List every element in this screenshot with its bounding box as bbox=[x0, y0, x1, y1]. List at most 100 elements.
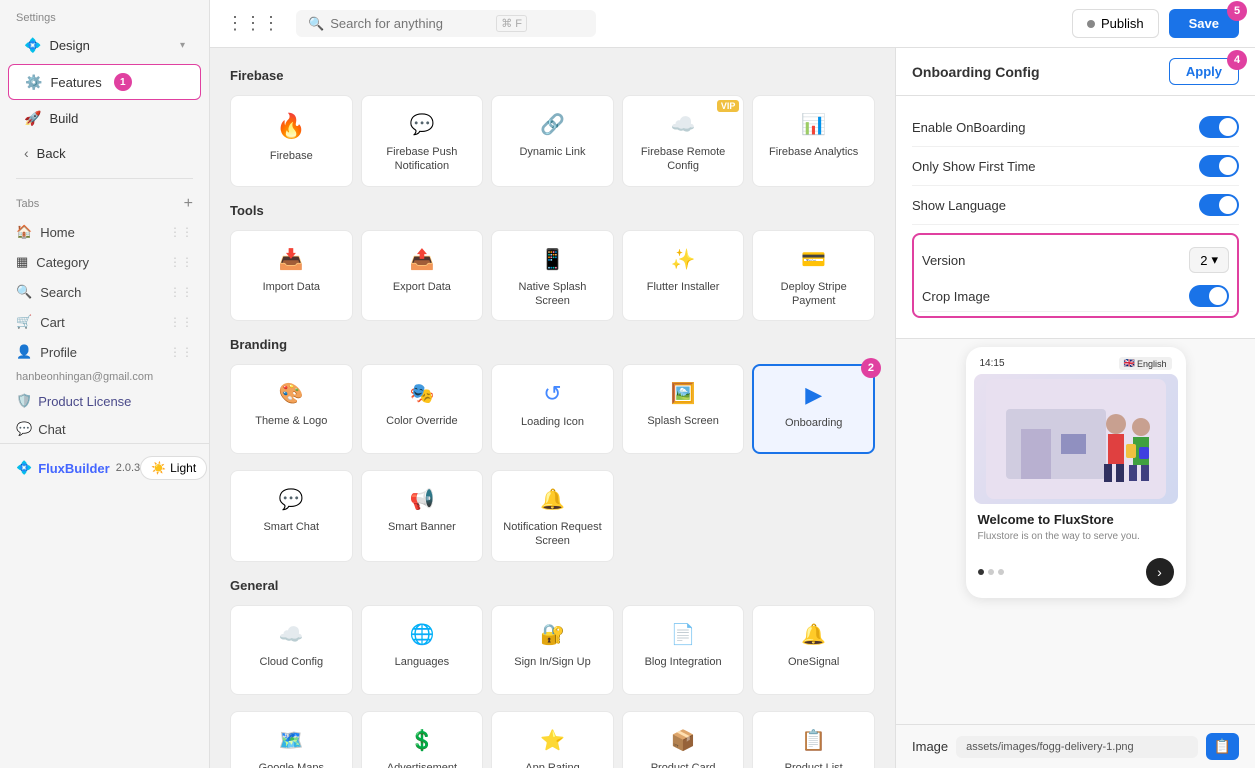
publish-button[interactable]: Publish bbox=[1072, 9, 1159, 38]
general-grid: ☁️ Cloud Config 🌐 Languages 🔐 Sign In/Si… bbox=[230, 605, 875, 695]
dot-3 bbox=[998, 569, 1004, 575]
card-firebase-analytics[interactable]: 📊 Firebase Analytics bbox=[752, 95, 875, 187]
profile-label: Profile bbox=[40, 345, 77, 360]
card-splash-screen[interactable]: 🖼️ Splash Screen bbox=[622, 364, 745, 454]
advertisement-label: Advertisement bbox=[387, 761, 457, 768]
sidebar-tab-home[interactable]: 🏠 Home ⋮⋮ bbox=[0, 217, 209, 247]
phone-preview: 14:15 🇬🇧 English bbox=[896, 339, 1255, 724]
google-maps-label: Google Maps bbox=[259, 761, 324, 768]
card-export-data[interactable]: 📤 Export Data bbox=[361, 230, 484, 322]
search-bar[interactable]: 🔍 ⌘ F bbox=[296, 10, 596, 37]
card-app-rating[interactable]: ⭐ App Rating bbox=[491, 711, 614, 768]
notification-request-icon: 🔔 bbox=[540, 487, 565, 512]
phone-illustration-area bbox=[974, 374, 1178, 504]
card-smart-chat[interactable]: 💬 Smart Chat bbox=[230, 470, 353, 562]
welcome-title: Welcome to FluxStore bbox=[978, 512, 1174, 527]
card-firebase[interactable]: 🔥 Firebase bbox=[230, 95, 353, 187]
config-section: Enable OnBoarding Only Show First Time S… bbox=[896, 96, 1255, 339]
sidebar-tab-profile[interactable]: 👤 Profile ⋮⋮ bbox=[0, 337, 209, 367]
show-language-toggle[interactable] bbox=[1199, 194, 1239, 216]
sidebar-tab-cart[interactable]: 🛒 Cart ⋮⋮ bbox=[0, 307, 209, 337]
general-section-title: General bbox=[230, 578, 875, 593]
step-5: 5 bbox=[1227, 1, 1247, 21]
enable-onboarding-toggle[interactable] bbox=[1199, 116, 1239, 138]
firebase-label: Firebase bbox=[270, 149, 313, 163]
sidebar-tab-search[interactable]: 🔍 Search ⋮⋮ bbox=[0, 277, 209, 307]
add-tab-icon[interactable]: + bbox=[184, 195, 193, 213]
chevron-down-icon: ▾ bbox=[1211, 252, 1218, 268]
image-row: Image assets/images/fogg-delivery-1.png … bbox=[896, 724, 1255, 768]
vip-badge: VIP bbox=[717, 100, 740, 112]
general-grid-2: 🗺️ Google Maps 💲 Advertisement ⭐ App Rat… bbox=[230, 711, 875, 768]
card-loading-icon[interactable]: ↺ Loading Icon bbox=[491, 364, 614, 454]
card-advertisement[interactable]: 💲 Advertisement bbox=[361, 711, 484, 768]
cart-label: Cart bbox=[40, 315, 65, 330]
version-row: Version 2 ▾ bbox=[918, 239, 1233, 281]
card-theme-logo[interactable]: 🎨 Theme & Logo bbox=[230, 364, 353, 454]
app-rating-label: App Rating bbox=[525, 761, 579, 768]
product-license[interactable]: 🛡️ Product License bbox=[0, 387, 209, 415]
card-product-card[interactable]: 📦 Product Card bbox=[622, 711, 745, 768]
crop-image-toggle[interactable] bbox=[1189, 285, 1229, 307]
image-copy-button[interactable]: 📋 bbox=[1206, 733, 1239, 760]
version-select[interactable]: 2 ▾ bbox=[1189, 247, 1229, 273]
topbar: ⋮⋮⋮ 🔍 ⌘ F Publish Save 5 bbox=[210, 0, 1255, 48]
card-onesignal[interactable]: 🔔 OneSignal bbox=[752, 605, 875, 695]
card-blog-integration[interactable]: 📄 Blog Integration bbox=[622, 605, 745, 695]
sidebar-tab-category[interactable]: ▦ Category ⋮⋮ bbox=[0, 247, 209, 277]
cart-icon: 🛒 bbox=[16, 314, 32, 330]
card-onboarding[interactable]: 2 ▶ Onboarding bbox=[752, 364, 875, 454]
card-flutter-installer[interactable]: ✨ Flutter Installer bbox=[622, 230, 745, 322]
firebase-remote-label: Firebase Remote Config bbox=[631, 145, 736, 174]
card-notification-request[interactable]: 🔔 Notification Request Screen bbox=[491, 470, 614, 562]
lang-badge: 🇬🇧 English bbox=[1119, 357, 1172, 370]
card-firebase-push[interactable]: 💬 Firebase Push Notification bbox=[361, 95, 484, 187]
firebase-push-icon: 💬 bbox=[409, 112, 434, 137]
profile-icon: 👤 bbox=[16, 344, 32, 360]
firebase-analytics-icon: 📊 bbox=[801, 112, 826, 137]
cloud-config-icon: ☁️ bbox=[279, 622, 304, 647]
phone-content: Welcome to FluxStore Fluxstore is on the… bbox=[974, 504, 1178, 550]
card-firebase-remote[interactable]: VIP ☁️ Firebase Remote Config bbox=[622, 95, 745, 187]
cloud-config-label: Cloud Config bbox=[260, 655, 324, 669]
card-cloud-config[interactable]: ☁️ Cloud Config bbox=[230, 605, 353, 695]
card-sign-in-up[interactable]: 🔐 Sign In/Sign Up bbox=[491, 605, 614, 695]
shortcut-hint: ⌘ F bbox=[496, 15, 527, 32]
sidebar-item-back[interactable]: ‹ Back bbox=[8, 137, 201, 169]
category-icon: ▦ bbox=[16, 254, 28, 270]
card-google-maps[interactable]: 🗺️ Google Maps bbox=[230, 711, 353, 768]
card-import-data[interactable]: 📥 Import Data bbox=[230, 230, 353, 322]
topbar-right: Publish Save 5 bbox=[1072, 9, 1239, 38]
search-input[interactable] bbox=[330, 16, 490, 31]
languages-label: Languages bbox=[395, 655, 449, 669]
only-show-first-toggle[interactable] bbox=[1199, 155, 1239, 177]
sidebar-item-features[interactable]: ⚙️ Features 1 bbox=[8, 64, 201, 100]
stripe-label: Deploy Stripe Payment bbox=[761, 280, 866, 309]
firebase-push-label: Firebase Push Notification bbox=[370, 145, 475, 174]
blog-integration-label: Blog Integration bbox=[645, 655, 722, 669]
sidebar-item-design[interactable]: 💠 Design ▾ bbox=[8, 29, 201, 62]
card-languages[interactable]: 🌐 Languages bbox=[361, 605, 484, 695]
tools-grid: 📥 Import Data 📤 Export Data 📱 Native Spl… bbox=[230, 230, 875, 322]
home-label: Home bbox=[40, 225, 75, 240]
firebase-icon: 🔥 bbox=[276, 112, 306, 141]
onboarding-label: Onboarding bbox=[785, 416, 843, 430]
version-label: Version bbox=[922, 253, 965, 268]
card-smart-banner[interactable]: 📢 Smart Banner bbox=[361, 470, 484, 562]
card-stripe-payment[interactable]: 💳 Deploy Stripe Payment bbox=[752, 230, 875, 322]
blog-integration-icon: 📄 bbox=[671, 622, 696, 647]
light-theme-btn[interactable]: ☀️ Light bbox=[140, 456, 207, 480]
color-override-label: Color Override bbox=[386, 414, 458, 428]
card-product-list[interactable]: 📋 Product List bbox=[752, 711, 875, 768]
sidebar-item-build[interactable]: 🚀 Build bbox=[8, 102, 201, 135]
card-color-override[interactable]: 🎭 Color Override bbox=[361, 364, 484, 454]
card-native-splash[interactable]: 📱 Native Splash Screen bbox=[491, 230, 614, 322]
publish-label: Publish bbox=[1101, 16, 1144, 31]
next-btn[interactable]: › bbox=[1146, 558, 1174, 586]
firebase-grid: 🔥 Firebase 💬 Firebase Push Notification … bbox=[230, 95, 875, 187]
chat-icon: 💬 bbox=[16, 421, 32, 437]
grid-icon[interactable]: ⋮⋮⋮ bbox=[226, 13, 280, 34]
card-dynamic-link[interactable]: 🔗 Dynamic Link bbox=[491, 95, 614, 187]
design-arrow: ▾ bbox=[180, 40, 185, 51]
chat-item[interactable]: 💬 Chat bbox=[0, 415, 209, 443]
